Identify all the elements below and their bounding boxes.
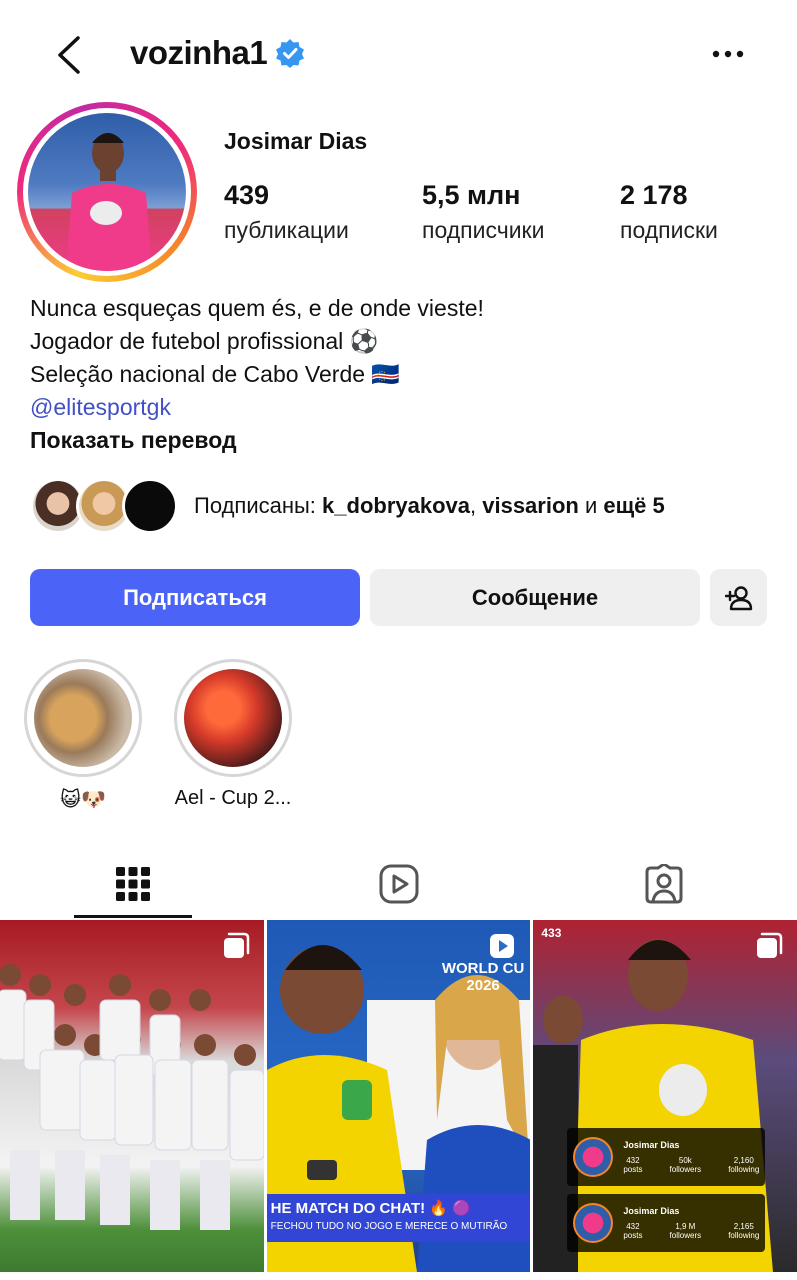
followed-separator: , (470, 493, 483, 518)
highlight-label: 😺🐶 (60, 789, 106, 811)
card-stat-value: 2,160 (733, 1156, 754, 1165)
follower-avatar (122, 478, 178, 534)
profile-content-tabs (0, 850, 797, 918)
caption-subtitle: FECHOU TUDO NO JOGO E MERECE O MUTIRÃO (270, 1221, 508, 1232)
followed-prefix: Подписаны: (194, 493, 323, 518)
post-thumbnail[interactable]: WORLD CU 2026 HE MATCH DO CHAT! 🔥 🟣 FECH… (266, 920, 531, 1272)
add-person-icon (724, 585, 752, 610)
bio-line: Jogador de futebol profissional ⚽ (30, 328, 379, 354)
post-thumbnail[interactable] (0, 920, 264, 1272)
reel-badge-icon (490, 934, 515, 958)
profile-stats: 439 публикации 5,5 млн подписчики 2 178 … (224, 180, 797, 244)
card-stat-value: 2,165 (733, 1222, 754, 1231)
post-caption-banner: HE MATCH DO CHAT! 🔥 🟣 FECHOU TUDO NO JOG… (266, 1194, 531, 1242)
team-photo-icon (0, 964, 264, 1230)
story-highlight[interactable]: 😺🐶 (24, 659, 142, 812)
followed-by-row[interactable]: Подписаны: k_dobryakova, vissarion и ещё… (30, 478, 665, 534)
card-name: Josimar Dias (623, 1140, 680, 1150)
back-arrow-icon[interactable] (52, 34, 88, 76)
tab-grid[interactable] (0, 850, 266, 918)
profile-full-name: Josimar Dias (224, 128, 368, 154)
profile-actions: Подписаться Сообщение (30, 569, 767, 626)
top-bar: vozinha1 (0, 0, 797, 110)
followed-user: vissarion (482, 493, 579, 518)
world-cup-year: 2026 (466, 977, 500, 994)
avatar-photo-icon (66, 133, 152, 271)
caption-title: HE MATCH DO CHAT! 🔥 🟣 (270, 1200, 471, 1217)
profile-username: vozinha1 (130, 34, 305, 72)
followed-more-count: ещё 5 (603, 493, 665, 518)
followed-conjunction: и (578, 493, 604, 518)
post-thumbnail[interactable]: 433 Josimar Dias 432 posts 50k followers 2… (533, 920, 797, 1272)
highlight-cover (184, 669, 282, 767)
story-highlight[interactable]: Ael - Cup 2... (174, 659, 292, 810)
card-avatar (573, 1203, 614, 1243)
follow-button[interactable]: Подписаться (30, 569, 360, 626)
followed-by-text: Подписаны: k_dobryakova, vissarion и ещё… (194, 493, 665, 519)
highlight-label: Ael - Cup 2... (174, 787, 292, 809)
world-cup-text: WORLD CU (441, 960, 525, 977)
username-text: vozinha1 (130, 34, 268, 71)
world-cup-logo: WORLD CU 2026 (442, 960, 525, 994)
stat-value: 439 (224, 180, 270, 210)
card-name: Josimar Dias (623, 1206, 680, 1216)
carousel-badge-icon (757, 932, 783, 958)
stat-followers[interactable]: 5,5 млн подписчики (422, 180, 620, 244)
card-stat-value: 1,9 M (675, 1222, 696, 1231)
profile-avatar (28, 113, 186, 271)
verified-badge-icon (276, 39, 305, 68)
bio-mention-link[interactable]: @elitesportgk (30, 391, 484, 424)
more-options-icon[interactable] (711, 40, 745, 68)
tab-reels[interactable] (266, 850, 532, 918)
message-button[interactable]: Сообщение (370, 569, 700, 626)
stat-value: 5,5 млн (422, 180, 521, 210)
bio-line: Seleção nacional de Cabo Verde 🇨🇻 (30, 361, 401, 387)
show-translation-button[interactable]: Показать перевод (30, 424, 484, 457)
card-stat-label: posts (623, 1231, 643, 1240)
card-avatar (573, 1137, 614, 1177)
stats-card: Josimar Dias 432 posts 1,9 Mfollowers 2,1… (567, 1194, 766, 1252)
stat-posts[interactable]: 439 публикации (224, 180, 422, 244)
card-stat-label: following (728, 1165, 760, 1174)
card-stat-label: followers (669, 1165, 702, 1174)
tab-tagged[interactable] (531, 850, 797, 918)
highlight-cover (34, 669, 132, 767)
card-stat-value: 432 (626, 1222, 640, 1231)
posts-grid: WORLD CU 2026 HE MATCH DO CHAT! 🔥 🟣 FECH… (0, 920, 797, 1272)
tagged-icon (645, 864, 683, 904)
stat-label: подписки (620, 217, 718, 243)
brand-logo: 433 (541, 926, 562, 940)
card-stat-label: followers (669, 1231, 702, 1240)
card-stat-label: following (728, 1231, 760, 1240)
reels-icon (379, 864, 418, 904)
profile-avatar-story-ring[interactable] (17, 102, 197, 282)
stat-label: подписчики (422, 217, 545, 243)
card-stat-label: posts (623, 1165, 643, 1174)
card-stat-value: 50k (678, 1156, 692, 1165)
bio-line: Nunca esqueças quem és, e de onde vieste… (30, 295, 484, 321)
profile-bio: Nunca esqueças quem és, e de onde vieste… (30, 292, 484, 457)
followed-user: k_dobryakova (322, 493, 470, 518)
suggest-people-button[interactable] (710, 569, 767, 626)
stat-following[interactable]: 2 178 подписки (620, 180, 797, 244)
card-stat-value: 432 (626, 1156, 640, 1165)
carousel-badge-icon (223, 932, 249, 958)
stats-card: Josimar Dias 432 posts 50k followers 2,160… (567, 1128, 766, 1186)
stat-value: 2 178 (620, 180, 688, 210)
grid-icon (115, 867, 150, 901)
stat-label: публикации (224, 217, 349, 243)
